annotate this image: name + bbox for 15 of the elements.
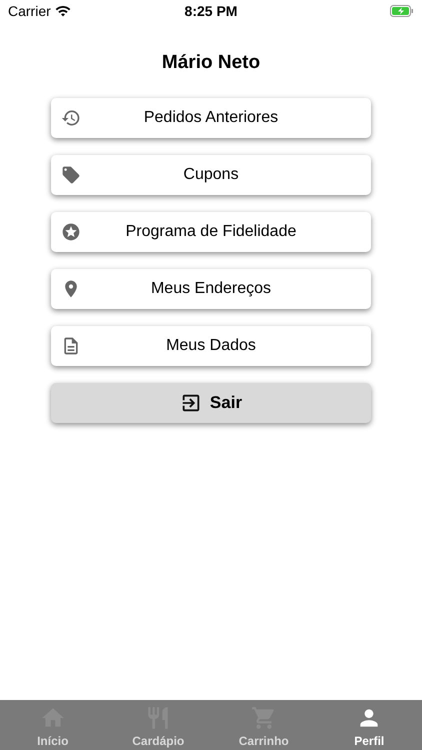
menu-button[interactable]: Meus Endereços xyxy=(51,269,371,309)
menu-button[interactable]: Pedidos Anteriores xyxy=(51,98,371,138)
profile-name: Mário Neto xyxy=(160,52,262,74)
battery-icon xyxy=(390,5,414,17)
wifi-icon xyxy=(54,3,71,19)
tag-icon xyxy=(61,165,81,185)
history-icon xyxy=(61,108,81,128)
menu-button[interactable]: Meus Dados xyxy=(51,326,371,366)
menu-button[interactable]: Programa de Fidelidade xyxy=(51,212,371,252)
carrier-label: Carrier xyxy=(8,3,51,19)
star-icon xyxy=(61,222,81,242)
logout-button[interactable]: Sair xyxy=(51,383,371,423)
tab-bar-item[interactable]: Perfil xyxy=(316,700,422,750)
menu-button[interactable]: Cupons xyxy=(51,155,371,195)
clock-time: 8:25 PM xyxy=(184,3,238,19)
